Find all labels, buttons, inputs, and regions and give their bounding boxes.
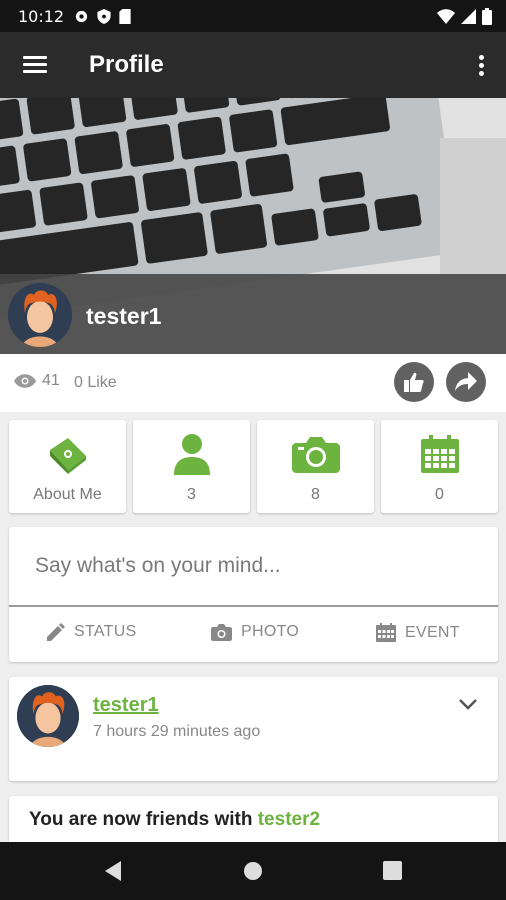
profile-cover[interactable]: tester1 [0,98,506,354]
recents-icon[interactable] [383,861,402,880]
camera-icon [211,623,232,641]
avatar-icon [8,283,72,347]
home-icon[interactable] [243,861,263,881]
app-bar: Profile [0,32,506,98]
profile-username: tester1 [86,303,162,329]
like-button[interactable] [394,362,434,402]
more-dot [479,63,484,68]
book-icon [49,438,86,474]
tile-label: 3 [187,486,196,503]
tile-icon-wrap [133,432,250,476]
system-nav-bar [0,842,506,900]
photo-action-label: PHOTO [241,623,300,640]
tile-about-me[interactable]: About Me [9,420,126,513]
feed-post-card: tester1 7 hours 29 minutes ago [9,677,498,781]
status-action-button[interactable]: STATUS [47,623,137,641]
profile-avatar[interactable] [8,283,72,347]
chevron-down-icon[interactable] [458,697,478,711]
photo-action-button[interactable]: PHOTO [211,623,299,641]
tile-label: About Me [33,486,102,503]
post-timestamp: 7 hours 29 minutes ago [93,723,261,740]
tile-icon-wrap [381,432,498,476]
hamburger-line [23,70,47,73]
eye-icon [14,374,36,388]
back-icon[interactable] [103,860,123,882]
share-arrow-icon [455,372,477,391]
hamburger-line [23,63,47,66]
tile-friends[interactable]: 3 [133,420,250,513]
profile-stats-bar: 41 0 Like [0,354,506,412]
shield-icon [97,9,111,24]
signal-icon [461,9,476,24]
calendar-icon [420,435,459,473]
tile-icon-wrap [257,432,374,476]
pencil-icon [47,623,65,641]
person-icon [173,434,210,475]
menu-button[interactable] [14,47,54,83]
tile-photos[interactable]: 8 [257,420,374,513]
status-action-label: STATUS [74,623,137,640]
wifi-icon [437,9,455,24]
more-dot [479,71,484,76]
calendar-icon [376,623,396,642]
post-author-link[interactable]: tester1 [93,694,159,717]
event-action-button[interactable]: EVENT [376,623,460,642]
tile-events[interactable]: 0 [381,420,498,513]
status-system-icons [437,8,492,25]
page-title: Profile [89,51,164,78]
status-input[interactable] [9,527,498,607]
avatar-icon [17,685,79,747]
tile-icon-wrap [9,432,126,476]
post-author-avatar[interactable] [17,685,79,747]
status-bar: 10:12 [0,0,506,32]
friend-activity-text: You are now friends with tester2 [29,809,320,831]
status-time: 10:12 [18,7,65,26]
settings-icon [75,10,88,23]
share-button[interactable] [446,362,486,402]
friend-link[interactable]: tester2 [258,809,320,830]
camera-icon [291,437,340,473]
thumbs-up-icon [404,372,424,392]
tile-label: 0 [435,486,444,503]
more-options-button[interactable] [472,49,492,81]
post-composer: STATUS PHOTO EVENT [9,527,498,662]
battery-icon [482,8,492,25]
friend-activity-prefix: You are now friends with [29,809,258,830]
status-notification-icons [74,9,131,24]
hamburger-icon [23,56,47,59]
sd-card-icon [119,9,131,24]
tile-label: 8 [311,486,320,503]
friend-activity-card: You are now friends with tester2 [9,796,498,846]
views-value: 41 [42,372,60,389]
views-count: 41 [14,372,60,390]
event-action-label: EVENT [405,623,460,641]
cover-overlay [0,274,506,354]
likes-count: 0 Like [74,374,117,391]
more-vert-icon [479,55,484,60]
